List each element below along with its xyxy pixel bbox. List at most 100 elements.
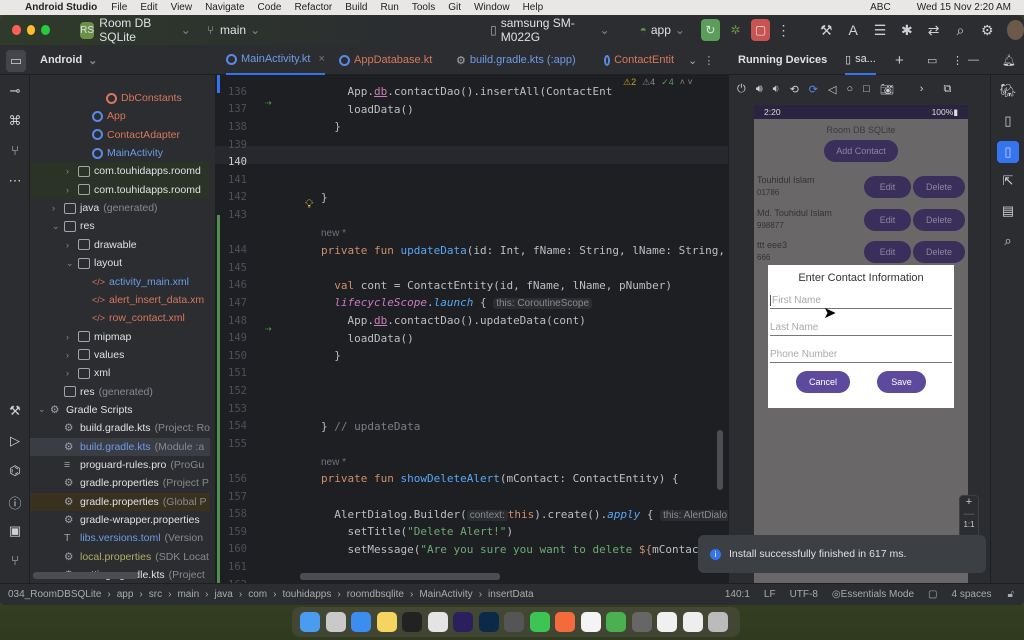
tree-item[interactable]: ContactAdapter (30, 126, 210, 144)
debug-button[interactable]: ✲ (726, 19, 745, 41)
menu-navigate[interactable]: Navigate (205, 2, 244, 13)
dock-app-icon[interactable] (325, 612, 346, 632)
breadcrumb-item[interactable]: MainActivity (419, 589, 472, 600)
build-hammer-icon[interactable]: ⚒ (6, 403, 24, 419)
tree-item[interactable]: res (generated) (30, 383, 210, 401)
tree-item[interactable]: ≡ proguard-rules.pro (ProGu (30, 456, 210, 474)
phone-screen[interactable]: 2:20 100% ▮ Room DB SQLite Add Contact Tou… (754, 105, 968, 583)
commit-icon[interactable]: ⊸ (6, 83, 24, 99)
tree-item[interactable]: ⚙ build.gradle.kts (Project: Ro (30, 419, 210, 437)
tree-item[interactable]: </> row_contact.xml (30, 309, 210, 327)
app-menu[interactable]: Android Studio (25, 2, 97, 13)
vertical-scrollbar[interactable] (717, 430, 723, 490)
tree-item[interactable]: Tlibs.versions.toml (Version (30, 529, 210, 547)
code-line[interactable]: 159 setTitle("Delete Alert!") (215, 523, 728, 541)
code-line[interactable]: 157 (215, 488, 728, 506)
dock-app-icon[interactable] (351, 612, 371, 632)
tree-item[interactable]: › values (30, 346, 210, 364)
code-line[interactable]: 149 loadData() (215, 329, 728, 347)
structure-icon[interactable]: ⌘ (6, 113, 24, 129)
sync-gradle-icon[interactable]: ⇄ (920, 22, 947, 39)
running-devices-icon[interactable]: ▯ (997, 141, 1019, 163)
horizontal-scrollbar[interactable] (33, 572, 138, 579)
more-horizontal-icon[interactable]: ⋯ (6, 173, 24, 189)
dock-app-icon[interactable] (682, 612, 703, 632)
menu-view[interactable]: View (171, 2, 193, 13)
gear-icon[interactable]: ⚙ (974, 22, 1001, 39)
tree-item[interactable]: App (30, 107, 210, 125)
chevron-down-icon[interactable]: ⌄ (52, 221, 64, 232)
terminal-icon[interactable]: ▣ (6, 523, 24, 539)
menu-edit[interactable]: Edit (140, 2, 157, 13)
code-line[interactable]: 137 loadData() (215, 101, 728, 119)
git-icon[interactable]: ⑂ (6, 553, 24, 568)
tree-item[interactable]: MainActivity (30, 144, 210, 162)
breadcrumb-item[interactable]: com (248, 589, 267, 600)
tab-contact-entity[interactable]: ContactEntit (604, 45, 674, 75)
dock-app-icon[interactable] (376, 612, 397, 632)
rotate-left-icon[interactable]: ⟲ (790, 83, 799, 96)
lock-icon[interactable]: 🔓︎ (1008, 589, 1014, 600)
chevron-right-icon[interactable]: › (66, 332, 78, 342)
edit-button[interactable]: Edit (864, 241, 911, 263)
code-vision-hint[interactable]: new * (215, 453, 728, 471)
build-icon[interactable]: ⚒ (813, 22, 840, 39)
chevron-right-icon[interactable]: › (920, 83, 924, 96)
code-line[interactable]: 156 private fun showDeleteAlert(mContact:… (215, 470, 728, 488)
inspection-widget[interactable]: ⚠2 ⚠4 ✓4 ˄ ˅ (623, 77, 693, 88)
tree-item[interactable]: DbConstants (30, 89, 210, 107)
horizontal-scrollbar[interactable] (300, 573, 500, 580)
avatar[interactable] (1006, 20, 1024, 40)
branch-selector[interactable]: ⑂ main ⌄ (207, 23, 260, 37)
tree-item[interactable]: › drawable (30, 236, 210, 254)
tree-item[interactable]: </> alert_insert_data.xm (30, 291, 210, 309)
window-layout-icon[interactable]: ▭ (927, 45, 937, 75)
dock-app-icon[interactable] (402, 612, 422, 632)
dock-app-icon[interactable] (631, 612, 652, 632)
dock-app-icon[interactable] (504, 612, 524, 632)
problems-icon[interactable]: ⓘ (6, 493, 24, 512)
zoom-out-button[interactable]: — (960, 508, 978, 520)
save-button[interactable]: Save (877, 371, 926, 393)
app-inspection-icon[interactable]: ⌬ (6, 463, 24, 479)
tab-build-gradle[interactable]: ⚙ build.gradle.kts (:app) (456, 45, 576, 75)
code-line[interactable]: 155 (215, 435, 728, 453)
close-icon[interactable]: × (318, 53, 324, 65)
code-line[interactable]: 158 AlertDialog.Builder(context: this).cr… (215, 505, 728, 523)
code-line[interactable]: 152 (215, 382, 728, 400)
memory-icon[interactable]: ▢ (928, 589, 937, 600)
breadcrumb-item[interactable]: insertData (488, 589, 534, 600)
menu-run[interactable]: Run (381, 2, 399, 13)
search-icon[interactable]: ⌕ (947, 22, 974, 39)
dock-app-icon[interactable] (606, 612, 626, 632)
code-editor[interactable]: 136 App.db.contactDao().insertAll(Contac… (215, 75, 728, 583)
tree-item[interactable]: ⚙ gradle-wrapper.properties (30, 511, 210, 529)
volume-up-icon[interactable]: 🔊︎ (756, 83, 763, 96)
tree-item[interactable]: ⚙ gradle.properties (Project P (30, 474, 210, 492)
cursor-position[interactable]: 140:1 (725, 589, 750, 600)
code-line[interactable]: 143 (215, 206, 728, 224)
code-line[interactable]: 147 lifecycleScope.launch { this: Corout… (215, 294, 728, 312)
dock-app-icon[interactable] (453, 612, 473, 632)
menu-build[interactable]: Build (345, 2, 367, 13)
gradle-icon[interactable]: 🐘︎ (999, 83, 1017, 99)
tab-app-database[interactable]: AppDatabase.kt (339, 45, 432, 75)
code-line[interactable]: 154} // updateData (215, 417, 728, 435)
code-line[interactable]: 144 private fun updateData(id: Int, fName… (215, 241, 728, 259)
dock-app-icon[interactable] (657, 612, 677, 632)
tab-main-activity[interactable]: MainActivity.kt × (226, 45, 325, 75)
chevron-right-icon[interactable]: › (66, 185, 78, 195)
input-source[interactable]: ABC (870, 2, 891, 13)
delete-button[interactable]: Delete (913, 241, 965, 263)
overview-icon[interactable]: □ (863, 83, 870, 96)
emulator-icon[interactable]: ⇱ (999, 173, 1017, 189)
tree-item[interactable]: › mipmap (30, 328, 210, 346)
breadcrumb-item[interactable]: 034_RoomDBSQLite (8, 589, 101, 600)
apply-changes-button[interactable]: ↻ (700, 19, 720, 41)
code-line[interactable]: 145 (215, 259, 728, 277)
breadcrumb-item[interactable]: roomdbsqlite (347, 589, 404, 600)
screen-record-icon[interactable]: ⧉ (943, 83, 951, 96)
tree-item[interactable]: ⚙ local.properties (SDK Locat (30, 548, 210, 566)
volume-down-icon[interactable]: 🔉︎ (773, 83, 780, 96)
menu-code[interactable]: Code (258, 2, 282, 13)
